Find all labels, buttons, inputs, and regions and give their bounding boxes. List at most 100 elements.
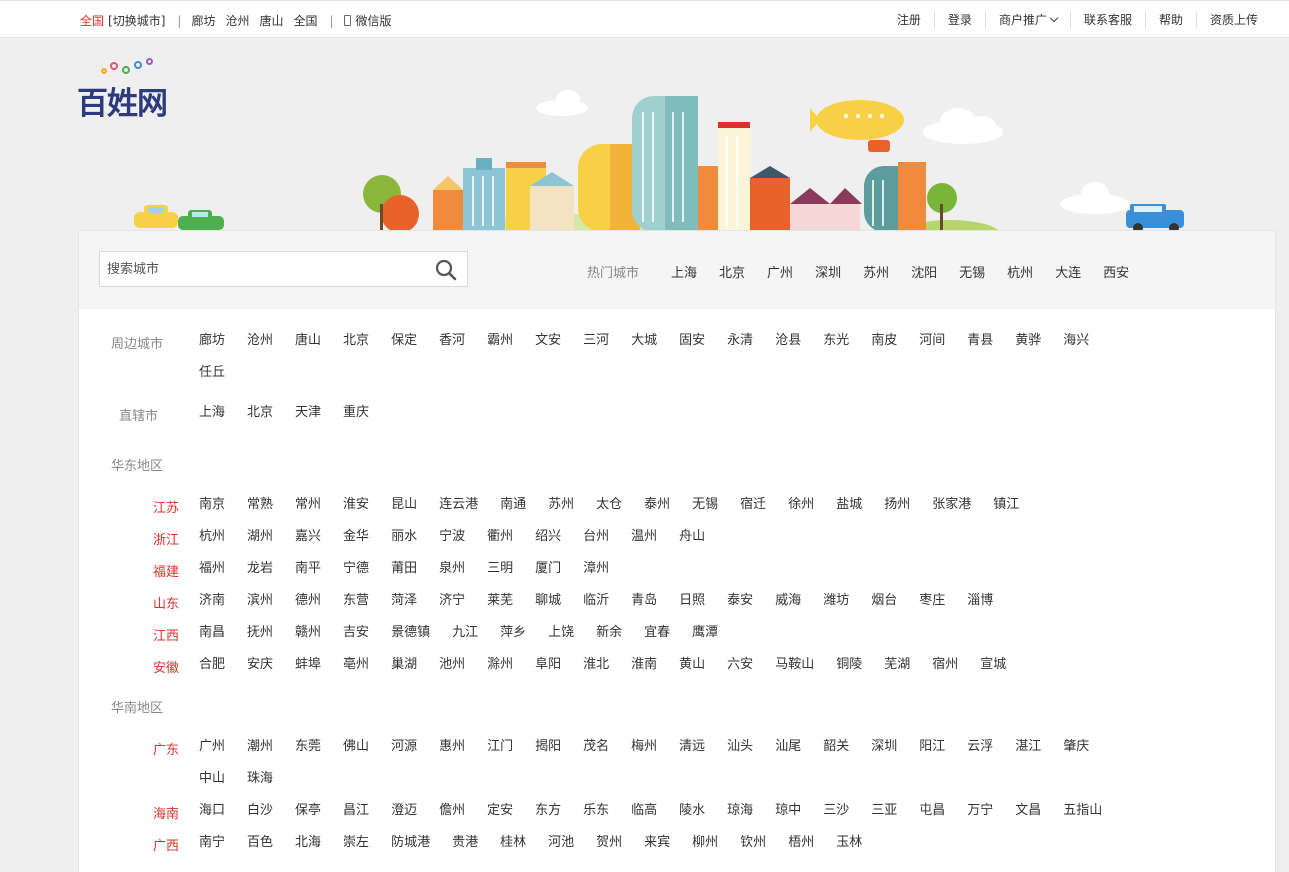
city-link[interactable]: 清远 [679,731,705,763]
city-link[interactable]: 揭阳 [535,731,561,763]
city-link[interactable]: 广州 [199,731,225,763]
city-link[interactable]: 宜春 [644,617,670,649]
city-link[interactable]: 南京 [199,489,225,521]
city-link[interactable]: 宣城 [980,649,1006,681]
province-label[interactable]: 江苏 [153,497,179,516]
city-link[interactable]: 茂名 [583,731,609,763]
city-link[interactable]: 柳州 [692,827,718,859]
quick-city-link[interactable]: 沧州 [225,12,249,29]
city-link[interactable]: 东营 [343,585,369,617]
city-link[interactable]: 江门 [487,731,513,763]
city-link[interactable]: 抚州 [247,617,273,649]
nearby-city-link[interactable]: 霸州 [487,325,513,357]
city-link[interactable]: 扬州 [884,489,910,521]
login-link[interactable]: 登录 [933,12,985,28]
city-link[interactable]: 宁德 [343,553,369,585]
city-link[interactable]: 惠州 [439,731,465,763]
city-link[interactable]: 澄迈 [391,795,417,827]
city-link[interactable]: 佛山 [343,731,369,763]
city-link[interactable]: 张家港 [932,489,971,521]
city-link[interactable]: 舟山 [679,521,705,553]
province-label[interactable]: 山东 [153,593,179,612]
city-link[interactable]: 韶关 [823,731,849,763]
city-link[interactable]: 济宁 [439,585,465,617]
city-link[interactable]: 太仓 [596,489,622,521]
hot-city-link[interactable]: 广州 [767,262,793,281]
city-link[interactable]: 赣州 [295,617,321,649]
nearby-city-link[interactable]: 南皮 [871,325,897,357]
city-link[interactable]: 滁州 [487,649,513,681]
merchant-promo-dropdown[interactable]: 商户推广 [984,12,1070,28]
city-link[interactable]: 南宁 [199,827,225,859]
city-link[interactable]: 万宁 [967,795,993,827]
city-link[interactable]: 枣庄 [919,585,945,617]
city-link[interactable]: 东莞 [295,731,321,763]
municipality-city-link[interactable]: 上海 [199,397,225,429]
city-link[interactable]: 琼中 [775,795,801,827]
hot-city-link[interactable]: 大连 [1055,262,1081,281]
city-link[interactable]: 台州 [583,521,609,553]
city-link[interactable]: 百色 [247,827,273,859]
city-link[interactable]: 湖州 [247,521,273,553]
nearby-city-link[interactable]: 黄骅 [1015,325,1041,357]
nearby-city-link[interactable]: 文安 [535,325,561,357]
municipality-city-link[interactable]: 天津 [295,397,321,429]
province-label[interactable]: 广东 [153,739,179,758]
city-link[interactable]: 淮南 [631,649,657,681]
municipality-city-link[interactable]: 重庆 [343,397,369,429]
quick-city-link[interactable]: 唐山 [259,12,283,29]
city-link[interactable]: 桂林 [500,827,526,859]
city-link[interactable]: 金华 [343,521,369,553]
city-link[interactable]: 贵港 [452,827,478,859]
city-link[interactable]: 镇江 [993,489,1019,521]
help-link[interactable]: 帮助 [1144,12,1196,28]
city-link[interactable]: 无锡 [692,489,718,521]
city-link[interactable]: 丽水 [391,521,417,553]
city-link[interactable]: 苏州 [548,489,574,521]
nearby-city-link[interactable]: 香河 [439,325,465,357]
city-link[interactable]: 淮北 [583,649,609,681]
nearby-city-link[interactable]: 廊坊 [199,325,225,357]
province-label[interactable]: 江西 [153,625,179,644]
nearby-city-link[interactable]: 任丘 [199,357,225,389]
city-link[interactable]: 衢州 [487,521,513,553]
city-link[interactable]: 景德镇 [391,617,430,649]
city-link[interactable]: 徐州 [788,489,814,521]
quick-city-link[interactable]: 廊坊 [191,12,215,29]
switch-city-link[interactable]: [切换城市] [108,12,165,29]
city-link[interactable]: 威海 [775,585,801,617]
city-link[interactable]: 萍乡 [500,617,526,649]
nearby-city-link[interactable]: 永清 [727,325,753,357]
city-link[interactable]: 福州 [199,553,225,585]
nearby-city-link[interactable]: 青县 [967,325,993,357]
city-link[interactable]: 来宾 [644,827,670,859]
nearby-city-link[interactable]: 东光 [823,325,849,357]
city-link[interactable]: 宿迁 [740,489,766,521]
city-link[interactable]: 巢湖 [391,649,417,681]
nearby-city-link[interactable]: 唐山 [295,325,321,357]
city-link[interactable]: 蚌埠 [295,649,321,681]
city-link[interactable]: 莱芜 [487,585,513,617]
hot-city-link[interactable]: 深圳 [815,262,841,281]
province-label[interactable]: 安徽 [153,657,179,676]
qualification-upload-link[interactable]: 资质上传 [1195,12,1258,28]
hot-city-link[interactable]: 北京 [719,262,745,281]
city-link[interactable]: 三沙 [823,795,849,827]
city-link[interactable]: 黄山 [679,649,705,681]
city-link[interactable]: 五指山 [1063,795,1102,827]
city-link[interactable]: 临沂 [583,585,609,617]
city-link[interactable]: 铜陵 [836,649,862,681]
city-link[interactable]: 芜湖 [884,649,910,681]
municipality-city-link[interactable]: 北京 [247,397,273,429]
city-link[interactable]: 六安 [727,649,753,681]
city-link[interactable]: 聊城 [535,585,561,617]
city-link[interactable]: 白沙 [247,795,273,827]
nearby-city-link[interactable]: 沧州 [247,325,273,357]
city-link[interactable]: 淄博 [967,585,993,617]
city-link[interactable]: 烟台 [871,585,897,617]
city-link[interactable]: 泉州 [439,553,465,585]
province-label[interactable]: 海南 [153,803,179,822]
city-search-input[interactable] [100,252,420,286]
hot-city-link[interactable]: 上海 [671,262,697,281]
city-link[interactable]: 保亭 [295,795,321,827]
